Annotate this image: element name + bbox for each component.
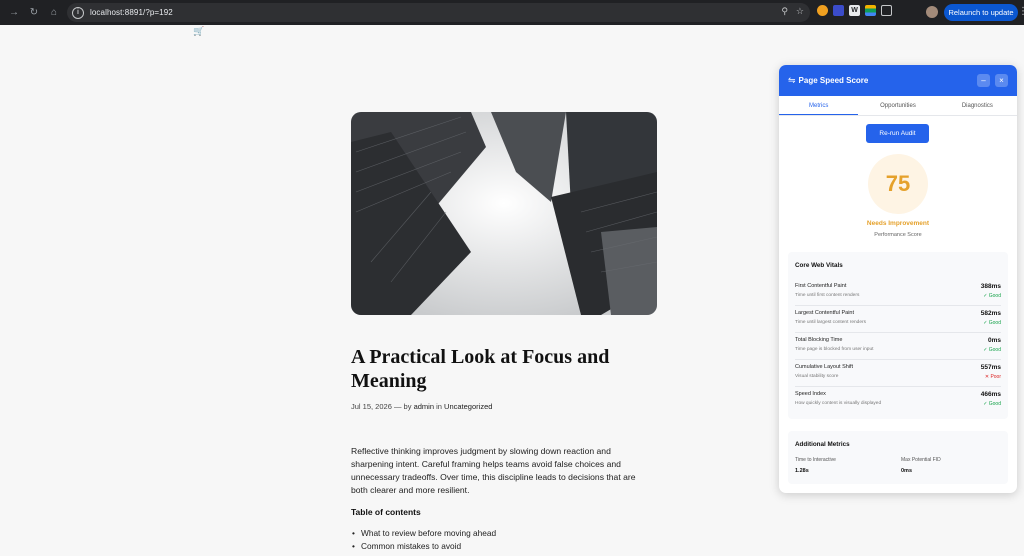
metric-value: 466ms [980,391,1001,398]
post-title: A Practical Look at Focus and Meaning [351,346,610,392]
rerun-audit-button[interactable]: Re-run Audit [866,124,929,143]
tti-label: Time to Interactive [795,457,836,463]
metric-status: ✓ Good [983,347,1001,353]
extension-blue-icon[interactable] [833,5,844,16]
zoom-icon[interactable]: ⚲ [781,6,788,17]
minimize-button[interactable]: – [977,74,990,87]
post-featured-image [351,112,657,315]
post-meta: Jul 15, 2026 — by admin in Uncategorized [351,402,492,411]
site-info-icon[interactable]: i [72,6,84,19]
cart-icon[interactable]: 🛒 [193,26,204,37]
metric-name: Speed Index [795,391,826,397]
extension-stack-icon[interactable] [865,5,876,16]
metric-value: 557ms [980,364,1001,371]
metric-value: 582ms [980,310,1001,317]
metric-value: 388ms [980,283,1001,290]
tab-diagnostics[interactable]: Diagnostics [938,96,1017,115]
metric-row: Largest Contentful Paint Time until larg… [795,306,1001,333]
post-by-text: — by [393,402,412,411]
post-author-link[interactable]: admin [414,402,434,411]
speed-icon: ⇋ [788,75,796,85]
performance-score: 75 [885,171,911,196]
additional-title: Additional Metrics [795,441,850,448]
post-date[interactable]: Jul 15, 2026 [351,402,392,411]
panel-title: Page Speed Score [798,76,869,85]
toc-item[interactable]: Common mistakes to avoid [361,540,496,553]
extensions-puzzle-icon[interactable] [881,5,892,16]
panel-tabs: Metrics Opportunities Diagnostics [779,96,1017,116]
toc-item[interactable]: What to review before moving ahead [361,527,496,540]
toc-heading: Table of contents [351,507,421,517]
metric-value: 0ms [987,337,1001,344]
back-arrow-icon[interactable]: → [6,5,22,21]
metric-desc: Visual stability score [795,374,839,379]
extension-w-icon[interactable]: W [849,5,860,16]
metric-name: Total Blocking Time [795,337,843,343]
profile-avatar[interactable] [926,6,938,18]
reload-icon[interactable]: ↻ [26,5,42,21]
cwv-title: Core Web Vitals [795,262,843,269]
metric-name: Largest Contentful Paint [795,310,855,316]
tab-opportunities[interactable]: Opportunities [858,96,937,115]
url-text[interactable]: localhost:8891/?p=192 [90,8,173,17]
metric-desc: Time until largest content renders [795,320,867,325]
metric-status: ✓ Good [983,320,1001,326]
browser-toolbar: → ↻ ⌂ i localhost:8891/?p=192 ⚲ ☆ W Rela… [0,0,1024,25]
skyscrapers-image [351,112,657,315]
post-in-text: in [436,402,442,411]
score-caption: Performance Score [874,232,922,238]
core-web-vitals-card: Core Web Vitals First Contentful Paint T… [788,252,1008,419]
score-circle: 75 [868,154,928,214]
home-icon[interactable]: ⌂ [46,5,62,21]
extensions-bar: W [817,5,892,16]
extension-orange-icon[interactable] [817,5,828,16]
metric-desc: Time page is blocked from user input [795,347,874,352]
relaunch-button[interactable]: Relaunch to update [944,4,1018,21]
metric-name: Cumulative Layout Shift [795,364,854,370]
metric-row: Total Blocking Time Time page is blocked… [795,333,1001,360]
metric-name: First Contentful Paint [795,283,847,289]
close-button[interactable]: × [995,74,1008,87]
page-speed-panel: ⇋ Page Speed Score – × Metrics Opportuni… [779,65,1017,493]
additional-metrics-card: Additional Metrics Time to Interactive 1… [788,431,1008,484]
metric-row: First Contentful Paint Time until first … [795,279,1001,306]
fid-label: Max Potential FID [901,457,941,463]
menu-kebab-icon[interactable]: ⋮ [1018,6,1024,17]
post-paragraph: Reflective thinking improves judgment by… [351,446,636,495]
tti-value: 1.28s [795,468,809,474]
metric-desc: Time until first content renders [795,293,860,298]
tab-metrics[interactable]: Metrics [779,96,859,115]
address-bar[interactable]: i localhost:8891/?p=192 ⚲ ☆ [67,3,810,22]
metric-desc: How quickly content is visually displaye… [795,401,882,406]
metric-row: Cumulative Layout Shift Visual stability… [795,360,1001,387]
score-status: Needs Improvement [866,220,930,227]
metric-status: ✕ Poor [984,374,1001,380]
metric-row: Speed Index How quickly content is visua… [795,387,1001,414]
post-category-link[interactable]: Uncategorized [444,402,492,411]
fid-value: 0ms [901,468,913,474]
metric-status: ✓ Good [983,293,1001,299]
panel-header: ⇋ Page Speed Score – × [779,65,1017,96]
bookmark-star-icon[interactable]: ☆ [796,6,804,17]
toc-list: What to review before moving ahead Commo… [361,527,496,553]
metric-status: ✓ Good [983,401,1001,407]
